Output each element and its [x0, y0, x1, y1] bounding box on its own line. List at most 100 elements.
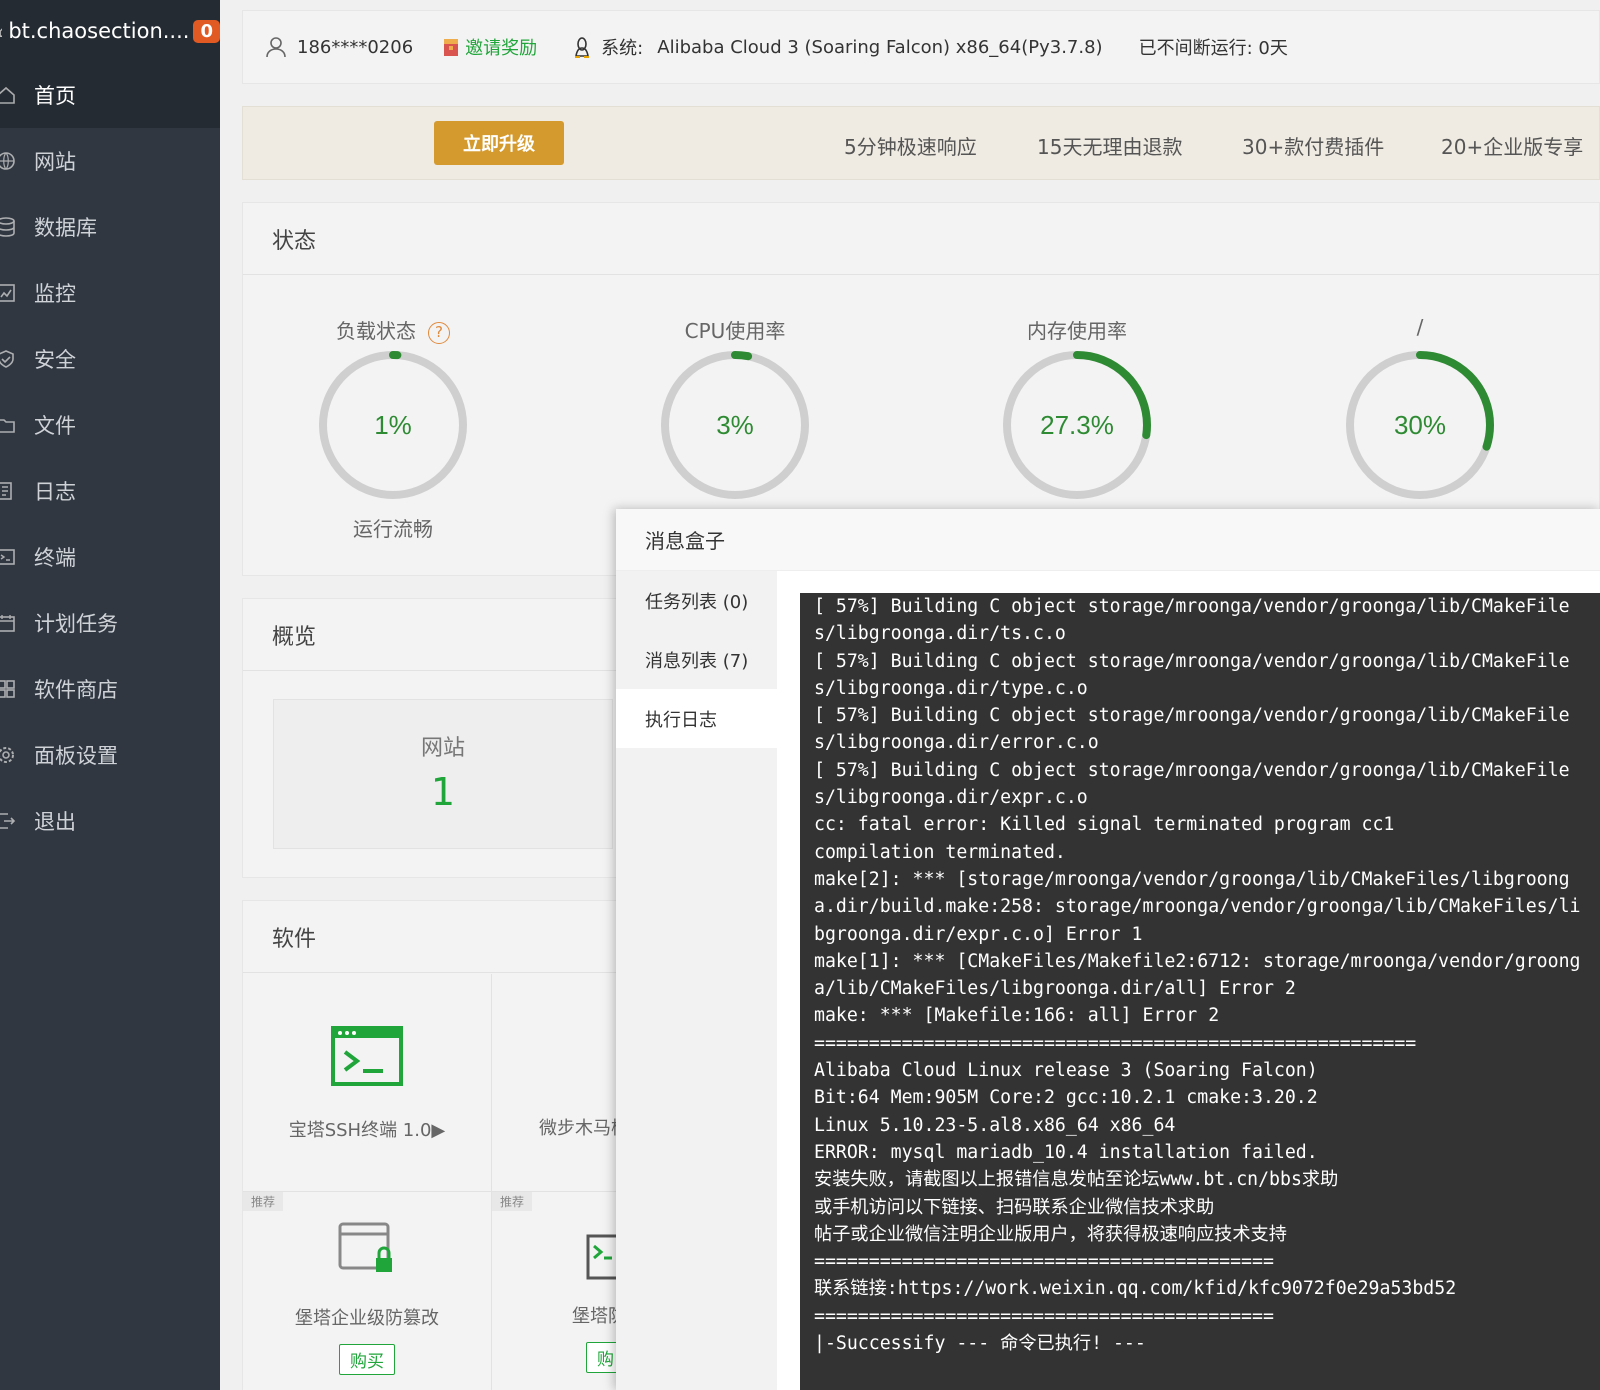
notification-badge[interactable]: 0 — [193, 19, 220, 43]
sidebar-item-4[interactable]: 安全 — [0, 326, 220, 392]
sidebar-item-label: 首页 — [34, 84, 76, 108]
log-line: 安装失败，请截图以上报错信息发帖至论坛www.bt.cn/bbs求助 — [814, 1169, 1339, 1191]
log-line: 帖子或企业微信注明企业版用户，将获得极速响应技术支持 — [814, 1223, 1287, 1245]
status-gauge[interactable]: / 30% — [1330, 315, 1510, 513]
status-gauge[interactable]: 负载状态? 1% 运行流畅 — [303, 315, 483, 542]
sidebar-nav: 首页网站数据库监控安全文件日志终端计划任务软件商店面板设置退出 — [0, 62, 220, 854]
system-value: Alibaba Cloud 3 (Soaring Falcon) x86_64(… — [657, 36, 1103, 58]
recommended-item-tamper[interactable]: 推荐 堡塔企业级防篡改 购买 — [243, 1191, 492, 1390]
house-icon: ⌂ — [0, 21, 2, 42]
exec-log-console[interactable]: [ 57%] Building C object storage/mroonga… — [800, 593, 1600, 1390]
gauge-value: 1% — [374, 410, 412, 440]
log-line: ERROR: mysql mariadb_10.4 installation f… — [814, 1141, 1318, 1163]
sidebar-item-11[interactable]: 退出 — [0, 788, 220, 854]
promo-feature: 20+企业版专享 — [1441, 135, 1584, 159]
status-gauge[interactable]: CPU使用率 3% — [645, 315, 825, 513]
sidebar-item-label: 日志 — [34, 480, 76, 504]
sidebar-item-6[interactable]: 日志 — [0, 458, 220, 524]
log-line: [ 57%] Building C object storage/mroonga… — [814, 596, 1570, 617]
server-host: bt.chaosection.... — [8, 19, 190, 43]
sidebar-item-8[interactable]: 计划任务 — [0, 590, 220, 656]
tab-task-list[interactable]: 任务列表 (0) — [616, 571, 777, 630]
gauge-ring: 3% — [661, 351, 809, 499]
upgrade-button[interactable]: 立即升级 — [434, 121, 564, 165]
sidebar-item-0[interactable]: 首页 — [0, 62, 220, 128]
log-line: s/libgroonga.dir/expr.c.o — [814, 787, 1088, 809]
log-line: ========================================… — [814, 1251, 1274, 1273]
gauge-label-text: / — [1416, 315, 1424, 339]
sidebar-item-2[interactable]: 数据库 — [0, 194, 220, 260]
software-name: 宝塔SSH终端 1.0▶ — [288, 1120, 446, 1141]
uptime: 已不间断运行: 0天 — [1139, 34, 1288, 60]
system-info: 系统: Alibaba Cloud 3 (Soaring Falcon) x86… — [573, 34, 1103, 60]
log-line: [ 57%] Building C object storage/mroonga… — [814, 650, 1570, 672]
sidebar-item-label: 网站 — [34, 150, 76, 174]
sidebar-item-10[interactable]: 面板设置 — [0, 722, 220, 788]
folder-icon — [0, 415, 16, 435]
log-line: s/libgroonga.dir/ts.c.o — [814, 623, 1066, 645]
overview-website-count: 1 — [430, 770, 456, 814]
log-line: compilation terminated. — [814, 841, 1066, 863]
terminal-icon — [0, 547, 16, 567]
sidebar-header: ⌂ bt.chaosection.... 0 — [0, 0, 220, 62]
sidebar-item-3[interactable]: 监控 — [0, 260, 220, 326]
monitor-icon — [0, 283, 16, 303]
dialog-tabs: 任务列表 (0) 消息列表 (7) 执行日志 — [616, 571, 777, 1390]
gauge-value: 3% — [716, 410, 754, 440]
sidebar-item-label: 计划任务 — [34, 612, 118, 636]
gauge-label: 内存使用率 — [987, 315, 1167, 345]
sidebar-item-5[interactable]: 文件 — [0, 392, 220, 458]
promo-feature: 30+款付费插件 — [1242, 135, 1385, 159]
log-line: make[1]: *** [CMakeFiles/Makefile2:6712:… — [814, 950, 1581, 972]
dialog-title: 消息盒子 — [616, 509, 1600, 571]
system-label: 系统: — [601, 38, 644, 59]
sidebar-item-label: 终端 — [34, 546, 76, 570]
gauge-subtitle: 运行流畅 — [353, 517, 433, 541]
gauge-label: CPU使用率 — [645, 315, 825, 345]
globe-icon — [0, 151, 16, 171]
gauge-value: 30% — [1394, 410, 1446, 440]
overview-website-card[interactable]: 网站 1 — [273, 699, 613, 849]
top-info-bar: 186****0206 邀请奖励 系统: Alibaba Cloud 3 (So… — [242, 10, 1600, 84]
log-line: cc: fatal error: Killed signal terminate… — [814, 814, 1395, 836]
home-icon — [0, 85, 16, 105]
apps-icon — [0, 679, 16, 699]
log-line: ========================================… — [814, 1305, 1274, 1327]
software-item-ssh[interactable]: 宝塔SSH终端 1.0▶ — [243, 974, 492, 1191]
invite-link[interactable]: 邀请奖励 — [443, 34, 537, 60]
sidebar-item-1[interactable]: 网站 — [0, 128, 220, 194]
invite-label: 邀请奖励 — [465, 38, 538, 59]
log-line: 或手机访问以下链接、扫码联系企业微信技术求助 — [814, 1196, 1215, 1218]
sidebar-item-9[interactable]: 软件商店 — [0, 656, 220, 722]
status-title: 状态 — [243, 203, 1599, 275]
buy-button[interactable]: 购买 — [339, 1344, 395, 1375]
gauge-label: / — [1330, 315, 1510, 345]
gauge-ring: 1% — [319, 351, 467, 499]
browser-lock-icon — [338, 1222, 392, 1272]
gauge-label-text: 负载状态 — [336, 319, 416, 343]
overview-website-label: 网站 — [420, 736, 465, 761]
shield-icon — [0, 349, 16, 369]
database-icon — [0, 217, 16, 237]
user-info[interactable]: 186****0206 — [265, 36, 413, 58]
log-line: s/libgroonga.dir/type.c.o — [814, 677, 1088, 699]
sidebar-item-label: 软件商店 — [34, 678, 118, 702]
sidebar-item-label: 退出 — [34, 810, 76, 834]
gauge-ring: 30% — [1346, 351, 1494, 499]
sidebar-item-label: 监控 — [34, 282, 76, 306]
log-line: a/lib/CMakeFiles/libgroonga.dir/all] Err… — [814, 978, 1296, 1000]
tab-exec-log[interactable]: 执行日志 — [616, 689, 777, 748]
help-icon[interactable]: ? — [428, 321, 450, 344]
sidebar-item-7[interactable]: 终端 — [0, 524, 220, 590]
promo-banner: 立即升级 5分钟极速响应 15天无理由退款 30+款付费插件 20+企业版专享 — [242, 106, 1600, 180]
gauge-label: 负载状态? — [303, 315, 483, 345]
software-name: 堡塔企业级防篡改 — [295, 1308, 439, 1329]
tab-message-list[interactable]: 消息列表 (7) — [616, 630, 777, 689]
linux-penguin-icon — [575, 37, 590, 58]
recommended-tag: 推荐 — [243, 1192, 284, 1211]
status-gauge[interactable]: 内存使用率 27.3% — [987, 315, 1167, 513]
message-box-dialog: 消息盒子 任务列表 (0) 消息列表 (7) 执行日志 [ 57%] Build… — [616, 509, 1600, 1390]
log-line: bgroonga.dir/expr.c.o] Error 1 — [814, 923, 1143, 945]
sidebar-item-label: 安全 — [34, 348, 76, 372]
sidebar-item-label: 面板设置 — [34, 744, 118, 768]
